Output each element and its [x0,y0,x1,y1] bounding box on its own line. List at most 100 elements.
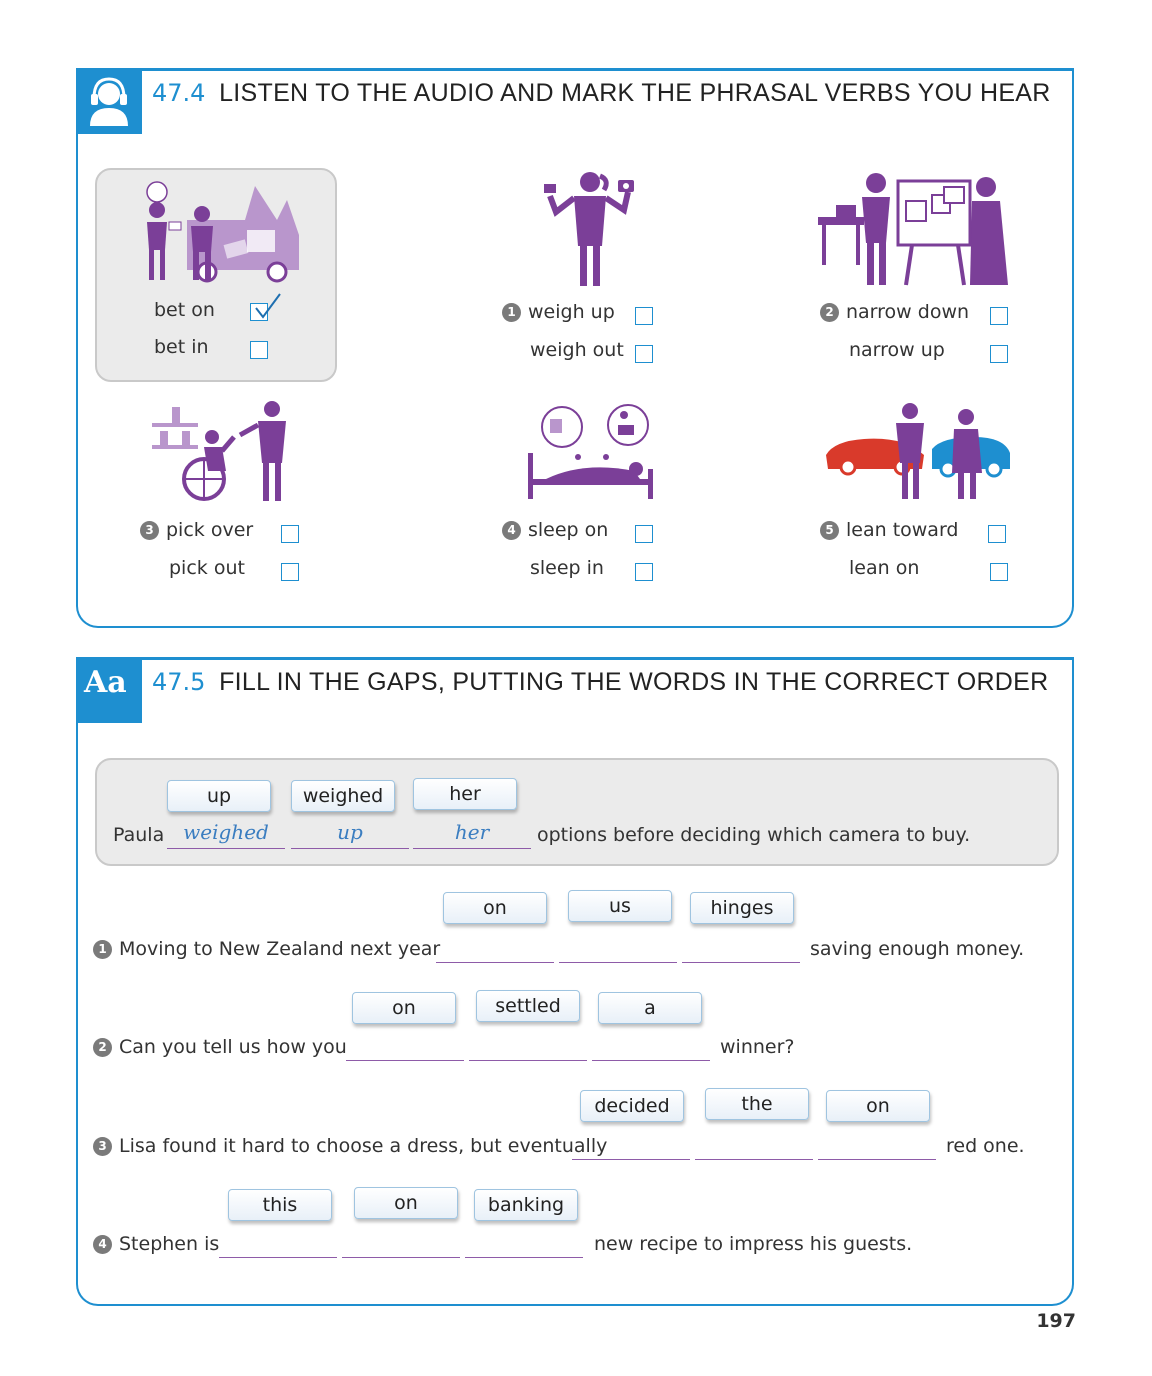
picking-out-illustration [152,401,286,501]
item-5-checkbox-b[interactable] [990,563,1008,581]
exercise-47-5: Aa 47.5 FILL IN THE GAPS, PUTTING THE WO… [76,657,1074,1306]
word-tile[interactable]: on [354,1187,458,1219]
word-tile[interactable]: weighed [291,780,395,812]
ice-cream-van-illustration [146,181,299,283]
example-box: up weighed her Paula weighed up her opti… [95,758,1059,866]
section-heading: 47.4 LISTEN TO THE AUDIO AND MARK THE PH… [152,79,1051,108]
sentence-text: Stephen is [119,1233,220,1255]
example-checkbox-b[interactable] [250,341,268,359]
weighing-options-illustration [544,172,634,286]
word-tile[interactable]: this [228,1189,332,1221]
item-3-checkbox-a[interactable] [281,525,299,543]
item-option-label: weigh up [528,301,615,323]
word-tile[interactable]: decided [580,1090,684,1122]
answer-blank[interactable] [818,1159,936,1160]
item-option-label: sleep on [528,519,609,541]
item-1-option-b: weigh out [530,339,624,361]
section-heading: 47.5 FILL IN THE GAPS, PUTTING THE WORDS… [152,668,1048,697]
word-tile[interactable]: on [443,892,547,924]
item-number-badge: 2 [820,303,839,322]
item-option-label: lean toward [846,519,959,541]
exercise-title: FILL IN THE GAPS, PUTTING THE WORDS IN T… [219,668,1049,696]
item-number-badge: 1 [502,303,521,322]
item-4-checkbox-b[interactable] [635,563,653,581]
word-tile[interactable]: settled [476,990,580,1022]
headphones-icon [90,77,128,126]
headphones-icon-tab [76,68,142,134]
answer-blank[interactable] [465,1257,583,1258]
item-2-sentence-end: winner? [720,1036,795,1058]
answer-blank[interactable] [342,1257,460,1258]
item-3-sentence-end: red one. [946,1135,1025,1157]
answer-blank[interactable] [219,1257,337,1258]
answer-blank [413,848,531,849]
page-number: 197 [1036,1310,1076,1332]
example-option-b: bet in [154,336,209,358]
exercise-47-4: 47.4 LISTEN TO THE AUDIO AND MARK THE PH… [76,68,1074,628]
sentence-text: Moving to New Zealand next year [119,938,441,960]
example-answer: up [337,820,363,844]
item-3-checkbox-b[interactable] [281,563,299,581]
item-2-sentence-start: 2 Can you tell us how you [93,1036,347,1058]
word-tile[interactable]: a [598,992,702,1024]
answer-blank[interactable] [592,1060,710,1061]
sentence-text: Can you tell us how you [119,1036,347,1058]
checkmark-icon [255,293,281,319]
answer-blank[interactable] [572,1159,690,1160]
sentence-end: options before deciding which camera to … [537,824,971,846]
item-1-option-a: 1 weigh up [502,301,615,323]
example-answer: her [454,820,490,844]
item-2-checkbox-a[interactable] [990,307,1008,325]
item-2-checkbox-b[interactable] [990,345,1008,363]
item-number-badge: 4 [93,1235,112,1254]
item-3-option-a: 3 pick over [140,519,253,541]
word-tile[interactable]: hinges [690,892,794,924]
item-2-option-b: narrow up [849,339,945,361]
sentence-text: Lisa found it hard to choose a dress, bu… [119,1135,608,1157]
answer-blank [291,848,409,849]
item-2-option-a: 2 narrow down [820,301,969,323]
vocabulary-icon: Aa [84,665,127,700]
word-tile[interactable]: up [167,780,271,812]
narrowing-choices-illustration [818,173,1008,286]
item-number-badge: 2 [93,1038,112,1057]
item-number-badge: 3 [93,1137,112,1156]
word-tile[interactable]: banking [474,1189,578,1221]
vocabulary-icon-tab: Aa [76,657,142,723]
sleeping-on-it-illustration [528,404,653,499]
item-1-sentence-end: saving enough money. [810,938,1025,960]
word-tile[interactable]: the [705,1088,809,1120]
word-tile[interactable]: on [352,992,456,1024]
word-tile[interactable]: on [826,1090,930,1122]
item-option-label: narrow down [846,301,970,323]
item-5-option-b: lean on [849,557,920,579]
item-option-label: pick over [166,519,254,541]
answer-blank[interactable] [695,1159,813,1160]
item-1-checkbox-b[interactable] [635,345,653,363]
answer-blank[interactable] [469,1060,587,1061]
item-3-sentence-start: 3 Lisa found it hard to choose a dress, b… [93,1135,607,1157]
item-4-sentence-start: 4 Stephen is [93,1233,219,1255]
item-3-option-b: pick out [169,557,245,579]
answer-blank[interactable] [346,1060,464,1061]
answer-blank[interactable] [559,962,677,963]
item-4-option-b: sleep in [530,557,604,579]
answer-blank [167,848,285,849]
item-number-badge: 4 [502,521,521,540]
item-5-checkbox-a[interactable] [988,525,1006,543]
item-1-checkbox-a[interactable] [635,307,653,325]
exercise-number: 47.5 [152,668,206,696]
sentence-start: Paula [113,824,165,846]
word-tile[interactable]: her [413,778,517,810]
answer-blank[interactable] [436,962,554,963]
exercise-title: LISTEN TO THE AUDIO AND MARK THE PHRASAL… [219,79,1051,107]
example-box: bet on bet in [95,168,337,382]
answer-blank[interactable] [682,962,800,963]
item-4-sentence-end: new recipe to impress his guests. [594,1233,913,1255]
item-4-checkbox-a[interactable] [635,525,653,543]
example-option-a: bet on [154,299,215,321]
example-answer: weighed [183,820,269,844]
item-5-option-a: 5 lean toward [820,519,959,541]
item-number-badge: 1 [93,940,112,959]
word-tile[interactable]: us [568,890,672,922]
